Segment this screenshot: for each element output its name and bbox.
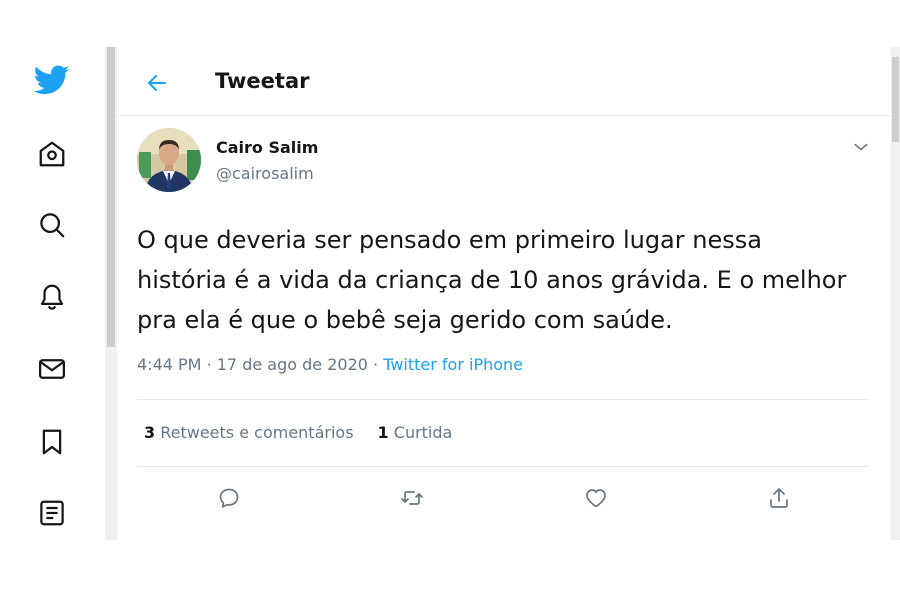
tweet-text: O que deveria ser pensado em primeiro lu… [137, 226, 847, 334]
more-options-button[interactable] [849, 135, 873, 159]
divider [137, 466, 869, 467]
main-scrollbar-thumb[interactable] [892, 57, 899, 142]
tweet-date[interactable]: 17 de ago de 2020 [217, 355, 368, 374]
like-button[interactable] [581, 483, 611, 513]
like-icon [586, 489, 606, 508]
likes-label: Curtida [393, 423, 453, 442]
main-scrollbar[interactable] [891, 47, 900, 540]
author-handle[interactable]: @cairosalim [216, 164, 314, 183]
back-button[interactable] [139, 65, 175, 101]
chevron-down-icon [854, 143, 868, 151]
meta-separator: · [206, 355, 212, 374]
tweet-time[interactable]: 4:44 PM [137, 355, 201, 374]
divider [137, 399, 869, 400]
share-icon [770, 488, 788, 508]
retweets-stat[interactable]: 3 Retweets e comentários [144, 423, 354, 442]
meta-separator: · [373, 355, 379, 374]
bookmark-icon[interactable] [34, 424, 70, 460]
retweet-icon [401, 491, 423, 505]
mail-icon[interactable] [34, 351, 70, 387]
share-button[interactable] [764, 483, 794, 513]
retweet-button[interactable] [397, 483, 427, 513]
sidebar-nav [0, 0, 105, 540]
twitter-logo-icon[interactable] [34, 62, 70, 98]
sidebar-scrollbar[interactable] [105, 47, 117, 540]
list-icon[interactable] [34, 495, 70, 531]
tweet-meta: 4:44 PM · 17 de ago de 2020 · Twitter fo… [137, 355, 523, 374]
tweet-detail-panel: Tweetar Cairo Salim @cairosalim O que de… [117, 47, 892, 540]
tweet-stats: 3 Retweets e comentários 1 Curtida [144, 423, 452, 442]
likes-stat[interactable]: 1 Curtida [378, 423, 453, 442]
search-icon[interactable] [34, 207, 70, 243]
page-header: Tweetar [117, 47, 891, 116]
bell-icon[interactable] [34, 279, 70, 315]
arrow-left-icon [148, 75, 166, 91]
tweet-source-link[interactable]: Twitter for iPhone [383, 355, 523, 374]
home-icon[interactable] [34, 136, 70, 172]
retweets-count: 3 [144, 423, 156, 442]
reply-icon [219, 488, 239, 508]
page-title: Tweetar [215, 69, 310, 93]
author-name[interactable]: Cairo Salim [216, 138, 318, 157]
reply-button[interactable] [214, 483, 244, 513]
sidebar-scrollbar-thumb[interactable] [107, 47, 115, 347]
retweets-label: Retweets e comentários [160, 423, 354, 442]
avatar[interactable] [137, 128, 201, 192]
likes-count: 1 [377, 423, 389, 442]
